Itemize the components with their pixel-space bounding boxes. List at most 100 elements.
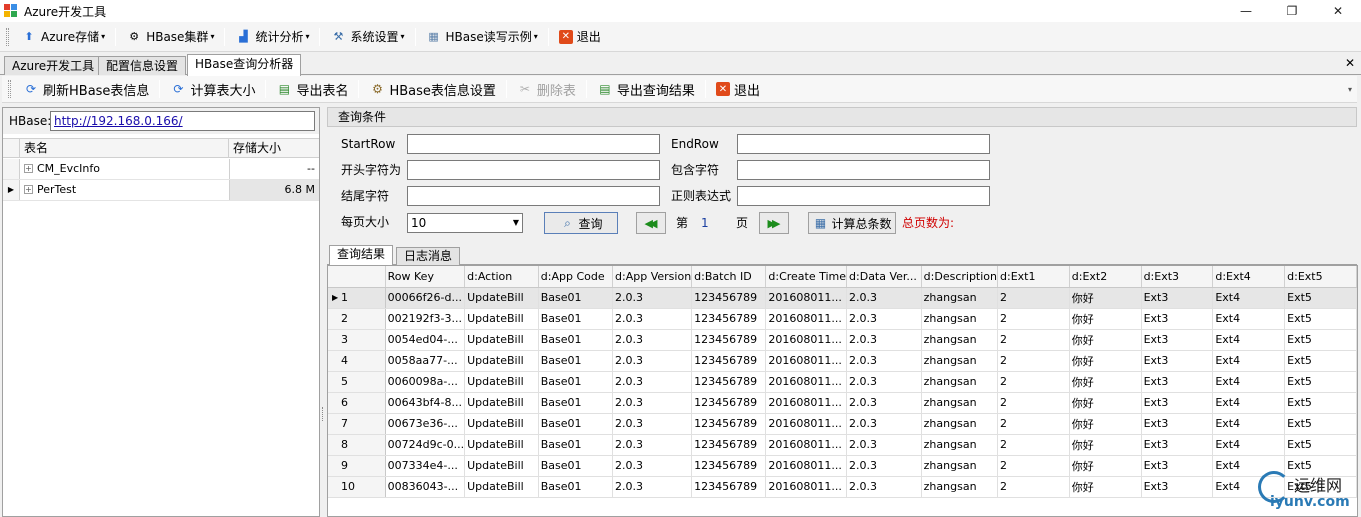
menu-statistics[interactable]: ▟ 统计分析 ▾	[231, 25, 313, 49]
grid-cell[interactable]: 2.0.3	[612, 392, 693, 414]
grid-cell[interactable]: 2.0.3	[612, 287, 693, 309]
grid-column-header[interactable]: d:Data Ver...	[846, 266, 922, 288]
row-number[interactable]: 3	[328, 329, 386, 351]
grid-column-header[interactable]: d:Ext4	[1212, 266, 1286, 288]
grid-cell[interactable]: Ext4	[1212, 371, 1286, 393]
grid-row[interactable]: 10 00836043-... UpdateBill Base01 2.0.3 12345…	[328, 476, 1357, 498]
grid-cell[interactable]: 0058aa77-...	[385, 350, 466, 372]
grid-column-header[interactable]: d:Ext3	[1141, 266, 1214, 288]
grid-cell[interactable]: 201608011...	[765, 392, 848, 414]
grid-cell[interactable]: Ext3	[1141, 350, 1214, 372]
grid-cell[interactable]: 2.0.3	[846, 476, 922, 498]
menu-hbase-examples[interactable]: ▦ HBase读写示例 ▾	[422, 25, 542, 49]
grid-cell[interactable]: 2	[997, 371, 1070, 393]
toolbar-overflow-icon[interactable]: ▾	[1345, 76, 1355, 102]
grid-cell[interactable]: 2	[997, 455, 1070, 477]
menu-exit[interactable]: ✕ 退出	[555, 25, 605, 49]
grid-row[interactable]: 8 00724d9c-0... UpdateBill Base01 2.0.3 12345…	[328, 434, 1357, 456]
grid-cell[interactable]: Ext3	[1141, 308, 1214, 330]
expand-icon[interactable]: +	[24, 185, 33, 194]
grid-cell[interactable]: 2.0.3	[846, 308, 922, 330]
grid-cell[interactable]: zhangsan	[921, 308, 999, 330]
grid-cell[interactable]: zhangsan	[921, 287, 999, 309]
menu-hbase-cluster[interactable]: ⚙ HBase集群 ▾	[122, 25, 218, 49]
tab-config-settings[interactable]: 配置信息设置	[98, 56, 187, 75]
grid-cell[interactable]: Ext3	[1141, 476, 1214, 498]
grid-cell[interactable]: 2	[997, 434, 1070, 456]
grid-column-header[interactable]: d:App Version	[612, 266, 693, 288]
grid-cell[interactable]: 你好	[1069, 371, 1142, 393]
grid-cell[interactable]: 201608011...	[765, 455, 848, 477]
grid-cell[interactable]: 123456789	[691, 371, 767, 393]
grid-cell[interactable]: Ext4	[1212, 434, 1286, 456]
grid-cell[interactable]: Ext3	[1141, 371, 1214, 393]
table-settings-button[interactable]: ⚙ HBase表信息设置	[365, 78, 499, 100]
grid-cell[interactable]: 123456789	[691, 455, 767, 477]
grid-cell[interactable]: 201608011...	[765, 308, 848, 330]
grid-cell[interactable]: 002192f3-3...	[385, 308, 466, 330]
end-row-input[interactable]	[737, 134, 990, 154]
next-page-button[interactable]: ▶▶	[759, 212, 789, 234]
grid-cell[interactable]: 你好	[1069, 287, 1142, 309]
grid-cell[interactable]: Ext4	[1212, 392, 1286, 414]
toolbar-grip[interactable]	[6, 27, 9, 46]
grid-column-header[interactable]: d:Ext2	[1069, 266, 1142, 288]
grid-cell[interactable]: Ext3	[1141, 392, 1214, 414]
grid-cell[interactable]: 你好	[1069, 476, 1142, 498]
calc-table-size-button[interactable]: ⟳ 计算表大小	[166, 78, 259, 100]
grid-cell[interactable]: 2.0.3	[846, 287, 922, 309]
grid-cell[interactable]: 123456789	[691, 476, 767, 498]
contains-input[interactable]	[737, 160, 990, 180]
grid-cell[interactable]: zhangsan	[921, 371, 999, 393]
table-row[interactable]: ▶ + PerTest 6.8 M	[3, 180, 319, 201]
grid-cell[interactable]: 00836043-...	[385, 476, 466, 498]
grid-cell[interactable]: 你好	[1069, 455, 1142, 477]
grid-cell[interactable]: UpdateBill	[464, 371, 539, 393]
grid-cell[interactable]: 2.0.3	[612, 329, 693, 351]
grid-cell[interactable]: 201608011...	[765, 329, 848, 351]
grid-cell[interactable]: 你好	[1069, 392, 1142, 414]
grid-cell[interactable]: zhangsan	[921, 476, 999, 498]
grid-cell[interactable]: 123456789	[691, 350, 767, 372]
grid-cell[interactable]: 你好	[1069, 434, 1142, 456]
grid-cell[interactable]: Base01	[538, 413, 614, 435]
grid-cell[interactable]: Ext4	[1212, 350, 1286, 372]
grid-cell[interactable]: UpdateBill	[464, 434, 539, 456]
grid-column-header[interactable]: d:Create Time	[765, 266, 848, 288]
column-header-name[interactable]: 表名	[20, 139, 229, 158]
tab-log-messages[interactable]: 日志消息	[396, 247, 461, 265]
grid-row[interactable]: 9 007334e4-... UpdateBill Base01 2.0.3 123456…	[328, 455, 1357, 477]
grid-cell[interactable]: 00066f26-d...	[385, 287, 466, 309]
grid-cell[interactable]: UpdateBill	[464, 476, 539, 498]
hbase-url-link[interactable]: http://192.168.0.166/	[50, 111, 315, 131]
grid-column-header[interactable]: d:Description	[921, 266, 999, 288]
grid-cell[interactable]: 2.0.3	[846, 350, 922, 372]
grid-cell[interactable]: Ext5	[1284, 434, 1357, 456]
row-number[interactable]: 4	[328, 350, 386, 372]
grid-cell[interactable]: UpdateBill	[464, 308, 539, 330]
grid-cell[interactable]: 201608011...	[765, 287, 848, 309]
grid-cell[interactable]: Base01	[538, 287, 614, 309]
grid-cell[interactable]: 2.0.3	[612, 371, 693, 393]
row-number[interactable]: 10	[328, 476, 386, 498]
grid-cell[interactable]: Ext5	[1284, 350, 1357, 372]
row-number[interactable]: 7	[328, 413, 386, 435]
grid-cell[interactable]: UpdateBill	[464, 287, 539, 309]
grid-cell[interactable]: 123456789	[691, 392, 767, 414]
grid-cell[interactable]: 2.0.3	[846, 329, 922, 351]
grid-column-header[interactable]: Row Key	[385, 266, 466, 288]
grid-cell[interactable]: 201608011...	[765, 476, 848, 498]
grid-cell[interactable]: 你好	[1069, 329, 1142, 351]
grid-cell[interactable]: 2.0.3	[612, 413, 693, 435]
grid-cell[interactable]: 123456789	[691, 329, 767, 351]
grid-cell[interactable]: Ext4	[1212, 287, 1286, 309]
grid-cell[interactable]: 你好	[1069, 413, 1142, 435]
grid-cell[interactable]: Ext5	[1284, 287, 1357, 309]
close-window-button[interactable]: ✕	[1315, 0, 1361, 22]
grid-cell[interactable]: 123456789	[691, 287, 767, 309]
tab-azure-tools[interactable]: Azure开发工具	[4, 56, 103, 75]
grid-cell[interactable]: 2.0.3	[846, 392, 922, 414]
grid-row[interactable]: 4 0058aa77-... UpdateBill Base01 2.0.3 123456…	[328, 350, 1357, 372]
grid-cell[interactable]: 0054ed04-...	[385, 329, 466, 351]
query-button[interactable]: ⌕ 查询	[544, 212, 618, 234]
